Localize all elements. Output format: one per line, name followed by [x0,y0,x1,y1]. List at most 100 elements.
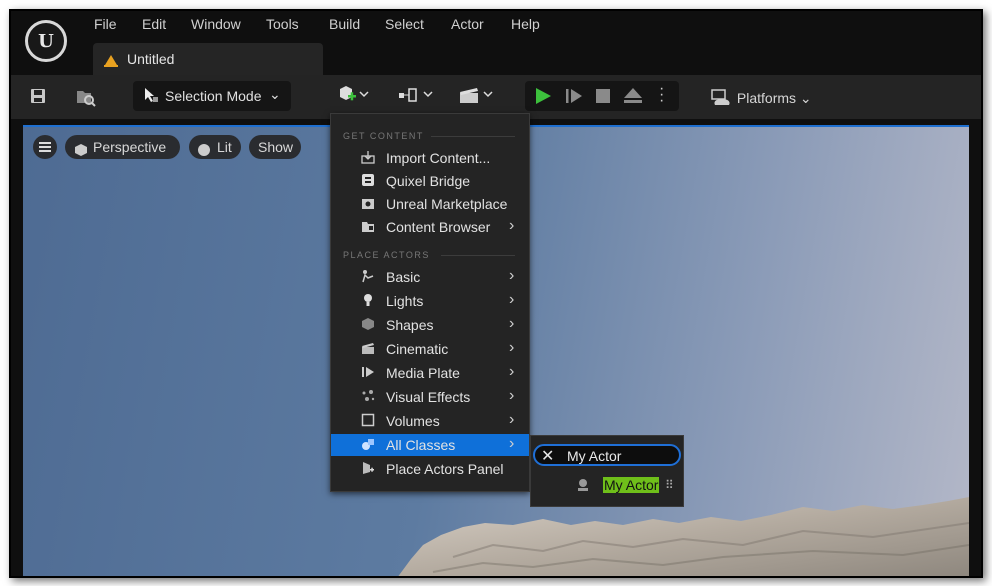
menu-item-label: Content Browser [386,219,491,235]
place-actors-icon [361,461,375,475]
show-label: Show [258,139,294,155]
selection-mode-dropdown[interactable]: Selection Mode ⌄ [133,81,291,111]
light-icon [361,293,375,307]
menu-actor[interactable]: Actor [451,16,484,32]
drag-handle-icon[interactable]: ⠿ [665,478,674,492]
content-browser-icon [361,219,375,233]
chevron-right-icon: › [509,363,515,380]
menu-item-label: Volumes [386,413,440,429]
menu-item-label: Shapes [386,317,434,333]
cinematics-dropdown[interactable] [457,85,497,110]
menu-item-label: Basic [386,269,421,285]
chevron-right-icon: › [509,315,515,332]
menu-item-all-classes[interactable]: All Classes › [331,434,529,456]
menu-item-label: All Classes [386,437,456,453]
perspective-button[interactable]: Perspective [65,135,180,159]
menu-item-label: Import Content... [386,150,491,166]
menu-item-shapes[interactable]: Shapes › [331,314,529,336]
class-result-item[interactable]: My Actor ⠿ [571,476,681,498]
unreal-editor-window: U File Edit Window Tools Build Select Ac… [9,9,983,578]
menu-item-volumes[interactable]: Volumes › [331,410,529,432]
menu-window[interactable]: Window [191,16,241,32]
place-actors-header: PLACE ACTORS [343,250,430,260]
menu-build[interactable]: Build [329,16,360,32]
browse-level-icon[interactable] [75,87,97,112]
cursor-icon [143,87,159,106]
show-button[interactable]: Show [249,135,301,159]
more-options-icon[interactable]: · · · [659,81,664,109]
menu-item-label: Quixel Bridge [386,173,471,189]
menu-tools[interactable]: Tools [266,16,299,32]
lit-sphere-icon [197,140,211,164]
tab-title: Untitled [127,51,175,67]
media-plate-icon [361,365,375,379]
lit-label: Lit [217,139,232,155]
cube-icon [74,140,88,164]
menu-item-label: Lights [386,293,424,309]
class-search-input[interactable]: ✕ My Actor [533,444,681,466]
viewport-menu-button[interactable] [33,135,57,159]
menu-item-lights[interactable]: Lights › [331,290,529,312]
marketplace-icon [361,196,375,210]
chevron-right-icon: › [509,291,515,308]
platforms-dropdown[interactable]: Platforms ⌄ [711,87,812,107]
menu-item-import-content[interactable]: Import Content... [331,147,529,169]
play-icon[interactable] [533,86,553,111]
separator [431,136,515,137]
search-value: My Actor [567,448,622,464]
blueprint-dropdown[interactable] [397,85,437,110]
chevron-right-icon: › [509,435,515,452]
unreal-logo-icon[interactable]: U [25,20,67,62]
hamburger-icon [39,135,51,166]
save-icon[interactable] [29,87,47,110]
all-classes-icon [361,437,375,451]
menu-help[interactable]: Help [511,16,540,32]
clear-search-icon[interactable]: ✕ [541,446,554,466]
menu-item-unreal-marketplace[interactable]: Unreal Marketplace [331,193,529,215]
menu-item-label: Visual Effects [386,389,471,405]
bridge-icon [361,173,375,187]
add-content-dropdown[interactable] [337,85,371,110]
chevron-down-icon: ⌄ [799,90,812,106]
shapes-icon [361,317,375,331]
volumes-icon [361,413,375,427]
menu-item-basic[interactable]: Basic › [331,266,529,288]
visual-effects-icon [361,389,375,403]
selection-mode-label: Selection Mode [165,88,262,104]
menu-item-content-browser[interactable]: Content Browser › [331,216,529,238]
menu-item-media-plate[interactable]: Media Plate › [331,362,529,384]
add-content-menu: GET CONTENT Import Content... Quixel Bri… [330,113,530,492]
chevron-right-icon: › [509,387,515,404]
menu-item-visual-effects[interactable]: Visual Effects › [331,386,529,408]
lit-button[interactable]: Lit [189,135,241,159]
menu-edit[interactable]: Edit [142,16,166,32]
menu-item-label: Place Actors Panel [386,461,504,477]
eject-icon[interactable] [623,87,643,110]
all-classes-submenu: ✕ My Actor My Actor ⠿ [530,435,684,507]
separator [441,255,515,256]
chevron-right-icon: › [509,411,515,428]
menu-file[interactable]: File [94,16,117,32]
get-content-header: GET CONTENT [343,131,424,141]
level-tab[interactable]: Untitled [93,43,323,77]
menu-item-cinematic[interactable]: Cinematic › [331,338,529,360]
menu-select[interactable]: Select [385,16,424,32]
level-icon [103,52,119,68]
chevron-right-icon: › [509,217,515,234]
cinematic-icon [361,341,375,355]
import-icon [361,150,375,164]
perspective-label: Perspective [93,139,167,155]
stop-icon[interactable] [595,88,611,109]
platforms-label: Platforms [736,90,797,106]
menu-item-label: Media Plate [386,365,460,381]
menu-item-place-actors-panel[interactable]: Place Actors Panel [331,458,529,480]
chevron-right-icon: › [509,267,515,284]
basic-icon [361,269,375,283]
menu-item-quixel-bridge[interactable]: Quixel Bridge [331,170,529,192]
play-controls: · · · [525,81,679,111]
advance-frame-icon[interactable] [565,87,583,110]
chevron-right-icon: › [509,339,515,356]
menu-item-label: Unreal Marketplace [386,196,508,212]
platforms-icon [711,89,737,108]
class-result-label: My Actor [603,477,660,493]
